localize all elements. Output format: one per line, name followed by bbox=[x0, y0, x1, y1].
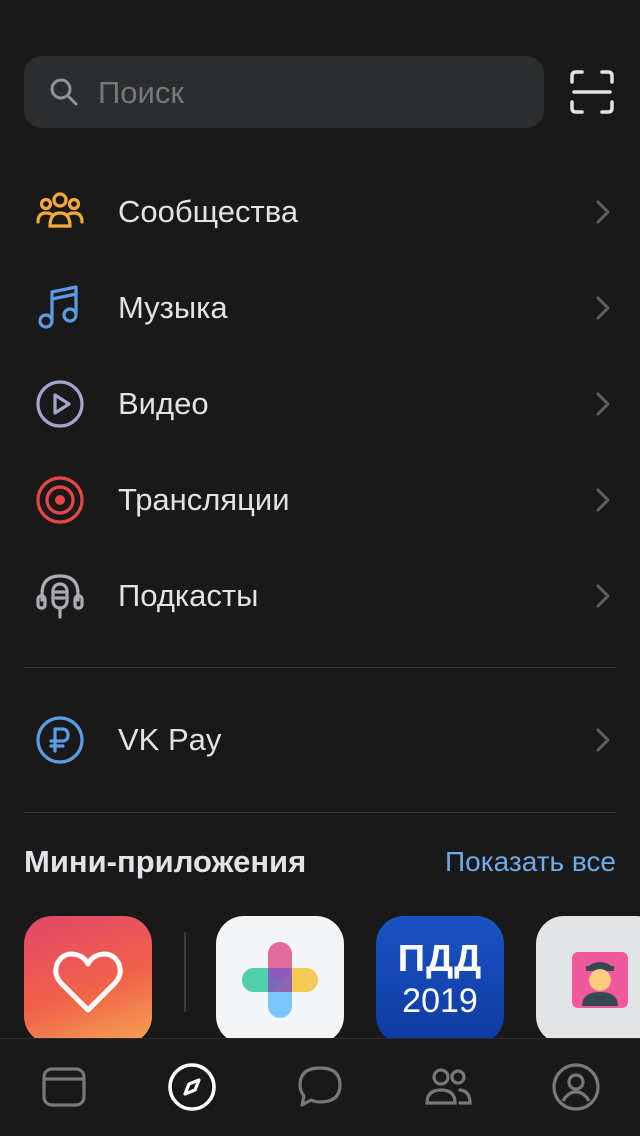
mini-app-pdd-title: ПДД bbox=[397, 938, 483, 980]
mini-app-plus[interactable] bbox=[216, 916, 344, 1040]
menu-item-communities[interactable]: Сообщества bbox=[0, 164, 640, 260]
chevron-right-icon bbox=[596, 296, 610, 320]
music-note-icon bbox=[38, 285, 78, 329]
explore-screen: Сообщества Музыка bbox=[0, 0, 640, 1136]
search-row bbox=[24, 56, 616, 130]
menu-item-broadcasts[interactable]: Трансляции bbox=[0, 452, 640, 548]
podcast-mic-icon bbox=[36, 574, 84, 619]
menu-item-label: Видео bbox=[118, 386, 209, 421]
profile-icon[interactable] bbox=[550, 1061, 602, 1113]
discover-compass-icon[interactable] bbox=[166, 1061, 218, 1113]
search-input[interactable] bbox=[96, 56, 520, 130]
live-broadcast-icon bbox=[36, 476, 84, 524]
chevron-right-icon bbox=[596, 200, 610, 224]
menu-item-podcasts[interactable]: Подкасты bbox=[0, 548, 640, 644]
news-feed-icon[interactable] bbox=[38, 1061, 90, 1113]
ruble-icon bbox=[36, 716, 84, 764]
divider bbox=[24, 667, 616, 668]
mini-app-pdd-year: 2019 bbox=[402, 982, 478, 1020]
mini-apps-separator bbox=[184, 932, 186, 1012]
mini-apps-carousel[interactable]: ПДД 2019 bbox=[24, 916, 640, 1040]
heart-icon bbox=[53, 951, 123, 1013]
friends-icon[interactable] bbox=[422, 1061, 474, 1113]
menu-item-label: Подкасты bbox=[118, 578, 259, 613]
menu-item-vkpay[interactable]: VK Pay bbox=[0, 692, 640, 788]
mini-app-pdd[interactable]: ПДД 2019 bbox=[376, 916, 504, 1040]
messages-bubble-icon[interactable] bbox=[294, 1061, 346, 1113]
plus-colorful-icon bbox=[242, 942, 318, 1018]
menu-item-music[interactable]: Музыка bbox=[0, 260, 640, 356]
chevron-right-icon bbox=[596, 584, 610, 608]
mini-apps-header: Мини-приложения Показать все bbox=[24, 836, 616, 888]
menu-item-label: Музыка bbox=[118, 290, 228, 325]
mini-apps-title: Мини-приложения bbox=[24, 844, 307, 879]
communities-icon bbox=[36, 192, 84, 228]
video-play-icon bbox=[36, 380, 84, 428]
chevron-right-icon bbox=[596, 728, 610, 752]
mini-app-health[interactable] bbox=[24, 916, 152, 1040]
mini-app-pilot[interactable] bbox=[536, 916, 640, 1040]
show-all-link[interactable]: Показать все bbox=[445, 846, 616, 878]
chevron-right-icon bbox=[596, 488, 610, 512]
pilot-emoji-icon bbox=[572, 952, 628, 1008]
chevron-right-icon bbox=[596, 392, 610, 416]
search-box[interactable] bbox=[24, 56, 544, 130]
search-icon bbox=[50, 78, 78, 106]
menu-item-label: Трансляции bbox=[118, 482, 290, 517]
tab-bar bbox=[0, 1038, 640, 1136]
divider bbox=[24, 812, 616, 813]
sections-menu: Сообщества Музыка Видео Трансляции Подка… bbox=[0, 164, 640, 644]
vkpay-label: VK Pay bbox=[118, 722, 222, 757]
menu-item-video[interactable]: Видео bbox=[0, 356, 640, 452]
qr-scan-icon[interactable] bbox=[568, 68, 616, 116]
menu-item-label: Сообщества bbox=[118, 194, 299, 229]
